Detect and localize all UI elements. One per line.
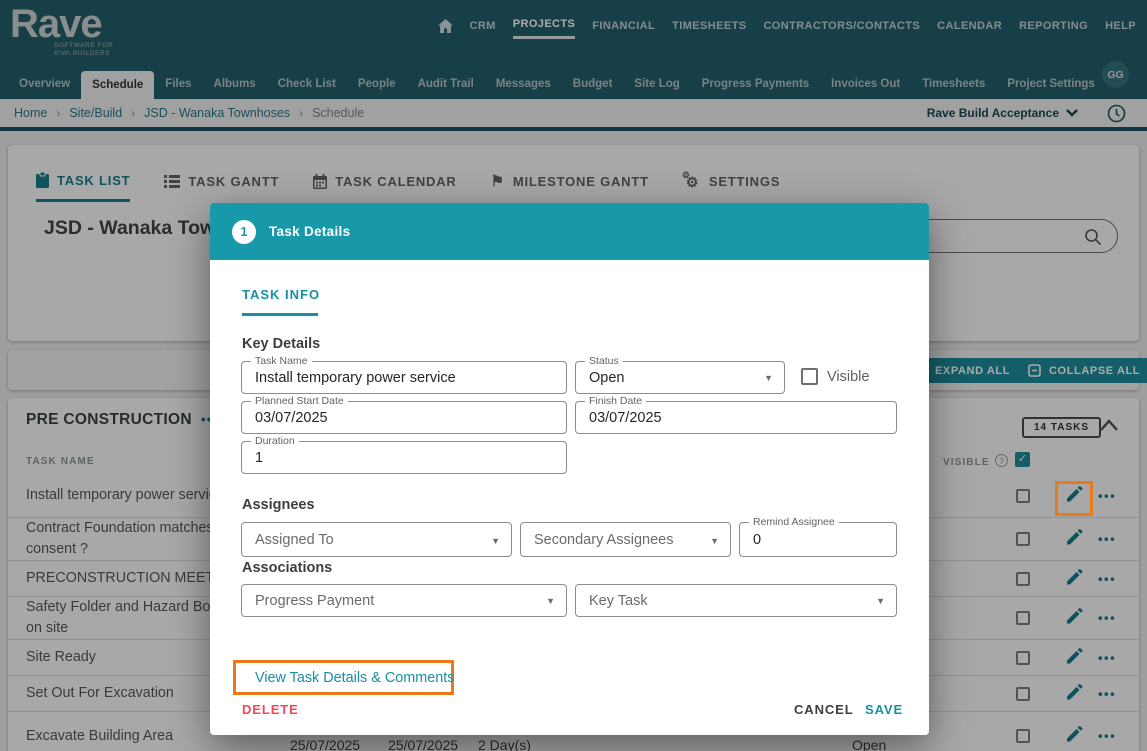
pencil-annotation-box <box>1055 481 1093 516</box>
tab-task-info[interactable]: TASK INFO <box>242 287 320 302</box>
status-select[interactable]: Status Open ▼ <box>575 355 785 394</box>
associations-heading: Associations <box>242 560 333 576</box>
task-details-modal: 1 Task Details TASK INFO Key Details Tas… <box>210 203 929 735</box>
planned-start-date-field[interactable]: Planned Start Date 03/07/2025 <box>241 395 567 434</box>
delete-button[interactable]: DELETE <box>242 702 299 717</box>
dropdown-arrow-icon: ▼ <box>546 596 555 606</box>
duration-field[interactable]: Duration 1 <box>241 435 567 474</box>
dropdown-arrow-icon: ▼ <box>491 536 500 546</box>
dropdown-arrow-icon: ▼ <box>876 596 885 606</box>
view-task-details-link[interactable]: View Task Details & Comments <box>255 670 454 686</box>
visible-modal-label: Visible <box>827 369 870 385</box>
dropdown-arrow-icon: ▼ <box>764 373 773 383</box>
step-number-badge: 1 <box>232 219 256 244</box>
key-task-select[interactable]: Key Task ▼ <box>575 584 897 617</box>
key-details-heading: Key Details <box>242 336 321 352</box>
task-name-field[interactable]: Task Name Install temporary power servic… <box>241 355 567 394</box>
visible-modal-checkbox[interactable] <box>801 368 818 385</box>
remind-assignee-field[interactable]: Remind Assignee 0 <box>739 516 897 557</box>
finish-date-field[interactable]: Finish Date 03/07/2025 <box>575 395 897 434</box>
assigned-to-select[interactable]: Assigned To ▼ <box>241 522 512 557</box>
view-comments-annotation-box: View Task Details & Comments <box>233 660 454 695</box>
progress-payment-select[interactable]: Progress Payment ▼ <box>241 584 567 617</box>
assignees-heading: Assignees <box>242 497 315 513</box>
modal-title: Task Details <box>269 224 351 239</box>
dropdown-arrow-icon: ▼ <box>710 536 719 546</box>
modal-header: 1 Task Details <box>210 203 929 260</box>
secondary-assignees-select[interactable]: Secondary Assignees ▼ <box>520 522 731 557</box>
save-button[interactable]: SAVE <box>865 702 903 717</box>
cancel-button[interactable]: CANCEL <box>794 702 854 717</box>
